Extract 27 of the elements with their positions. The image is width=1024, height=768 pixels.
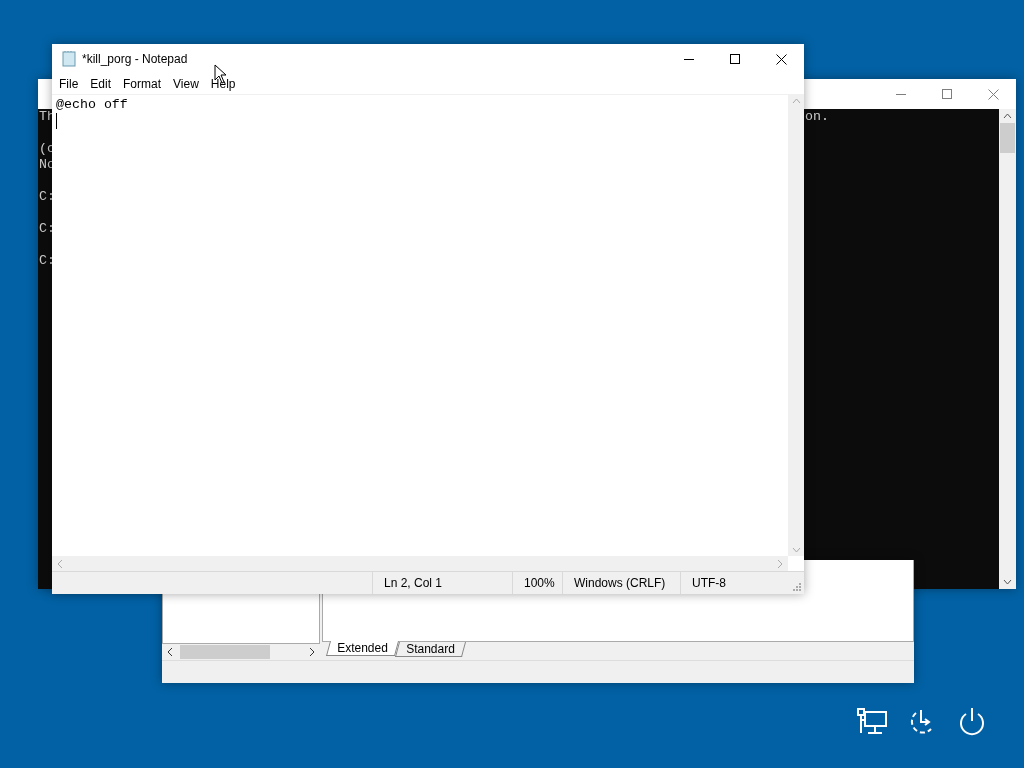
window-title: *kill_porg - Notepad: [82, 52, 189, 66]
tab[interactable]: Extended: [326, 641, 399, 656]
resize-grip-icon[interactable]: [790, 580, 802, 592]
status-text: Windows (CRLF): [562, 572, 680, 594]
console-text: C:: [39, 253, 55, 268]
status-text: UTF-8: [680, 572, 788, 594]
notepad-icon: [61, 51, 77, 67]
menu-item[interactable]: Help: [205, 77, 241, 91]
scrollbar-thumb[interactable]: [180, 645, 270, 659]
console-text: C:: [39, 189, 55, 204]
network-icon[interactable]: [856, 706, 888, 736]
close-icon[interactable]: [775, 53, 787, 65]
scrollbar[interactable]: [999, 109, 1016, 589]
maximize-icon[interactable]: [730, 54, 740, 64]
menu-item[interactable]: Format: [118, 77, 167, 91]
text-editor[interactable]: @echo off: [52, 95, 788, 556]
menu-item[interactable]: View: [168, 77, 204, 91]
console-text: on.: [805, 109, 829, 125]
scrollbar-thumb[interactable]: [1000, 123, 1015, 153]
menu-item[interactable]: Edit: [85, 77, 117, 91]
console-text: C:: [39, 221, 55, 236]
scroll-right-icon[interactable]: [308, 647, 316, 657]
status-text: 100%: [512, 572, 562, 594]
scroll-left-icon[interactable]: [166, 647, 174, 657]
tab[interactable]: Standard: [394, 642, 466, 657]
menu-item[interactable]: File: [54, 77, 84, 91]
status-text: Ln 2, Col 1: [372, 572, 512, 594]
